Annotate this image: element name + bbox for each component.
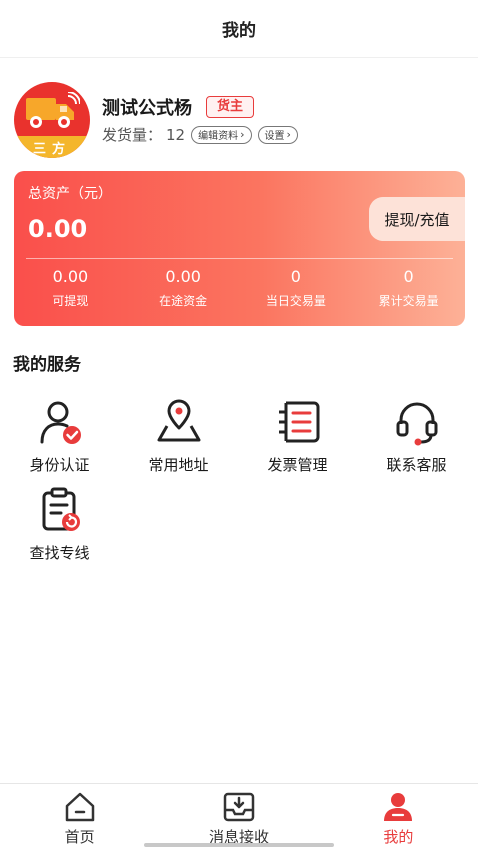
service-customer-support[interactable]: 联系客服: [357, 398, 476, 475]
headset-icon: [396, 402, 437, 446]
tab-mine[interactable]: 我的: [319, 784, 478, 850]
service-identity-verify[interactable]: 身份认证: [0, 398, 119, 475]
withdraw-recharge-button[interactable]: 提现/充值: [369, 197, 465, 241]
tab-bar: 首页 消息接收 我的: [0, 783, 478, 850]
tab-messages[interactable]: 消息接收: [159, 784, 318, 850]
asset-total-label: 总资产（元）: [28, 186, 112, 202]
ship-count: 12: [166, 125, 186, 144]
inbox-icon: [223, 792, 255, 822]
service-label: 查找专线: [29, 544, 90, 562]
stat-total-volume: 0 累计交易量: [352, 267, 465, 309]
stat-value: 0.00: [52, 267, 89, 286]
invoice-list-icon: [278, 401, 319, 443]
chevron-right-icon: ›: [240, 128, 245, 141]
settings-label: 设置: [264, 131, 285, 142]
identity-verify-icon: [40, 401, 81, 444]
stat-value: 0: [403, 267, 414, 286]
service-invoice[interactable]: 发票管理: [238, 398, 357, 475]
name-row: 测试公式杨 货主: [102, 94, 255, 120]
home-icon: [65, 792, 94, 822]
role-badge: 货主: [206, 96, 255, 118]
map-location-icon: [157, 399, 200, 442]
avatar-caption: 三方: [14, 136, 90, 158]
service-label: 联系客服: [386, 456, 447, 474]
ship-row: 发货量： 12 编辑资料 › 设置 ›: [102, 124, 298, 145]
stat-label: 当日交易量: [265, 294, 326, 308]
stat-withdrawable: 0.00 可提现: [14, 267, 127, 309]
services-title: 我的服务: [13, 355, 81, 375]
edit-profile-label: 编辑资料: [198, 131, 239, 142]
tab-label: 首页: [64, 828, 95, 846]
avatar[interactable]: 三方: [14, 82, 90, 158]
ship-label: 发货量：: [102, 126, 163, 144]
stat-in-transit: 0.00 在途资金: [127, 267, 240, 309]
page-title: 我的: [222, 21, 256, 41]
stat-label: 可提现: [52, 294, 89, 308]
chevron-right-icon: ›: [286, 128, 291, 141]
service-label: 身份认证: [29, 456, 90, 474]
asset-card: 总资产（元） 0.00 提现/充值 0.00 可提现 0.00 在途资金 0 当…: [14, 171, 465, 326]
service-address[interactable]: 常用地址: [119, 398, 238, 475]
divider: [26, 258, 453, 259]
service-find-route[interactable]: 查找专线: [0, 486, 119, 563]
stat-value: 0: [290, 267, 301, 286]
truck-icon: [26, 92, 80, 128]
user-icon: [384, 793, 413, 821]
settings-button[interactable]: 设置 ›: [257, 125, 298, 144]
home-indicator: [144, 843, 334, 847]
asset-stats: 0.00 可提现 0.00 在途资金 0 当日交易量 0 累计交易量: [14, 267, 465, 309]
asset-total-value: 0.00: [28, 215, 88, 243]
service-label: 常用地址: [148, 456, 209, 474]
tab-home[interactable]: 首页: [0, 784, 159, 850]
stat-value: 0.00: [165, 267, 201, 286]
service-label: 发票管理: [267, 456, 328, 474]
user-name: 测试公式杨: [102, 98, 192, 119]
stat-label: 累计交易量: [378, 294, 439, 308]
edit-profile-button[interactable]: 编辑资料 ›: [191, 125, 252, 144]
tab-label: 我的: [383, 828, 414, 846]
nav-bar: 我的: [0, 0, 478, 58]
stat-daily-volume: 0 当日交易量: [240, 267, 353, 309]
profile-section: 三方 测试公式杨 货主 发货量： 12 编辑资料 › 设置 ›: [14, 82, 464, 162]
stat-label: 在途资金: [159, 294, 208, 308]
search-route-icon: [42, 487, 80, 531]
